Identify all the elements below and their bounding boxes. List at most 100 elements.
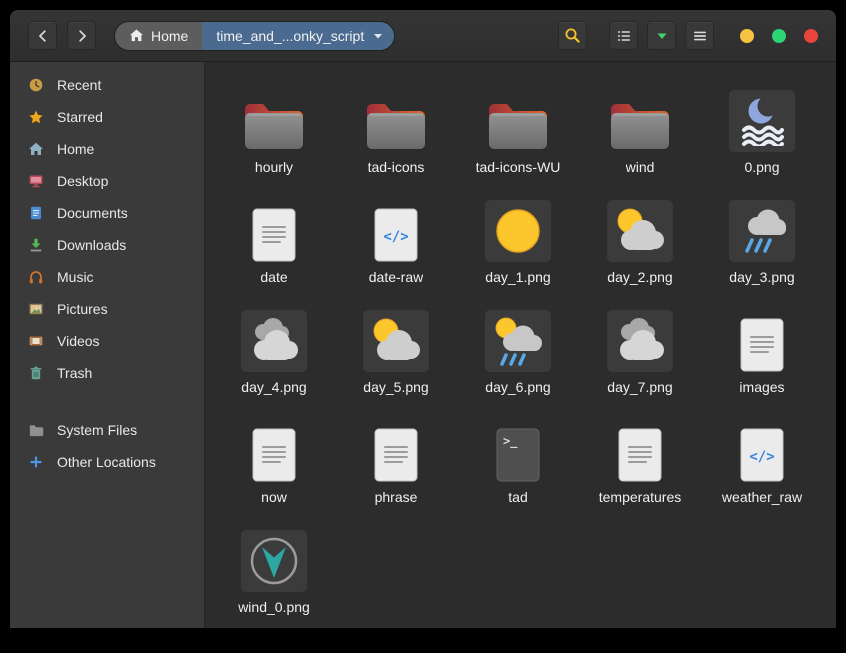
folder-icon [364,84,428,152]
list-view-button[interactable] [609,21,638,50]
header-bar: Home time_and_...onky_script [10,10,836,62]
breadcrumb-home-button[interactable]: Home [115,21,203,50]
file-item[interactable]: day_7.png [579,304,701,414]
sidebar-item-label: Starred [57,109,103,125]
text-file-icon [618,414,662,482]
sidebar-item-label: Documents [57,205,128,221]
file-name: images [739,379,785,395]
sidebar-item-desktop[interactable]: Desktop [10,165,204,197]
sidebar-item-music[interactable]: Music [10,261,204,293]
file-name: temperatures [598,489,682,505]
file-item[interactable]: day_2.png [579,194,701,304]
file-manager-window: Home time_and_...onky_script Recent Starr… [10,10,836,628]
sidebar-item-starred[interactable]: Starred [10,101,204,133]
sidebar-item-downloads[interactable]: Downloads [10,229,204,261]
text-file-icon [252,414,296,482]
chevron-left-icon [35,28,51,44]
svg-text:</>: </> [383,229,408,245]
sidebar-item-pictures[interactable]: Pictures [10,293,204,325]
sidebar-item-other-locations[interactable]: Other Locations [10,446,204,478]
file-item[interactable]: </> weather_raw [701,414,823,524]
code-file-icon: </> [740,414,784,482]
file-item[interactable]: images [701,304,823,414]
file-name: day_1.png [485,269,551,285]
maximize-button[interactable] [772,28,786,43]
file-item[interactable]: wind_0.png [213,524,335,628]
window-controls [740,28,818,43]
file-item[interactable]: hourly [213,84,335,194]
recent-icon [28,77,44,93]
file-item[interactable]: tad-icons-WU [457,84,579,194]
sidebar-item-label: Music [57,269,94,285]
file-item[interactable]: day_4.png [213,304,335,414]
sidebar-item-recent[interactable]: Recent [10,69,204,101]
documents-icon [28,205,44,221]
close-button[interactable] [804,28,818,43]
trash-icon [28,365,44,381]
hamburger-icon [692,28,708,44]
desktop-icon [28,173,44,189]
file-grid: hourly tad-icons tad-icons-WU wind 0.png date… [205,62,836,628]
minimize-button[interactable] [740,28,754,43]
menu-button[interactable] [685,21,714,50]
file-item[interactable]: day_5.png [335,304,457,414]
sidebar-item-documents[interactable]: Documents [10,197,204,229]
home-icon [129,28,144,43]
sidebar-primary-list: Recent Starred Home Desktop Documents Downloa… [10,69,204,389]
file-item[interactable]: </> date-raw [335,194,457,304]
file-item[interactable]: day_6.png [457,304,579,414]
music-icon [28,269,44,285]
folder-icon [242,84,306,152]
sidebar-item-system-files[interactable]: System Files [10,414,204,446]
file-name: hourly [254,159,294,175]
videos-icon [28,333,44,349]
file-item[interactable]: tad-icons [335,84,457,194]
chevron-right-icon [74,28,90,44]
sidebar-item-label: Videos [57,333,100,349]
file-item[interactable]: wind [579,84,701,194]
file-item[interactable]: 0.png [701,84,823,194]
sidebar-item-label: Home [57,141,95,157]
file-item[interactable]: day_3.png [701,194,823,304]
text-file-icon [740,304,784,372]
rain-cloud-icon [729,194,795,262]
file-name: wind [625,159,655,175]
file-item[interactable]: date [213,194,335,304]
sidebar-item-trash[interactable]: Trash [10,357,204,389]
sidebar-item-label: Desktop [57,173,109,189]
nav-buttons [28,21,96,50]
clouds-icon [607,304,673,372]
forward-button[interactable] [67,21,96,50]
folder-icon [608,84,672,152]
search-button[interactable] [558,21,587,50]
text-file-icon [252,194,296,262]
list-view-icon [616,28,632,44]
header-actions [558,21,714,50]
file-name: day_3.png [729,269,795,285]
file-name: tad-icons [367,159,425,175]
file-item[interactable]: >_ tad [457,414,579,524]
file-item[interactable]: now [213,414,335,524]
sidebar-item-videos[interactable]: Videos [10,325,204,357]
breadcrumb-current-button[interactable]: time_and_...onky_script [202,21,395,50]
file-item[interactable]: temperatures [579,414,701,524]
view-options-button[interactable] [647,21,676,50]
file-name: day_2.png [607,269,673,285]
file-item[interactable]: phrase [335,414,457,524]
code-file-icon: </> [374,194,418,262]
sidebar-item-label: Trash [57,365,93,381]
clouds-icon [241,304,307,372]
search-icon [564,27,581,44]
back-button[interactable] [28,21,57,50]
file-name: 0.png [744,159,780,175]
green-caret-down-icon [654,28,670,44]
breadcrumb-home-label: Home [151,27,189,44]
window-body: Recent Starred Home Desktop Documents Downloa… [10,62,836,628]
file-item[interactable]: day_1.png [457,194,579,304]
sun-cloud-icon [607,194,673,262]
sidebar-item-home[interactable]: Home [10,133,204,165]
file-name: phrase [374,489,418,505]
folder-icon [486,84,550,152]
chevron-down-icon [373,32,383,40]
file-name: day_6.png [485,379,551,395]
